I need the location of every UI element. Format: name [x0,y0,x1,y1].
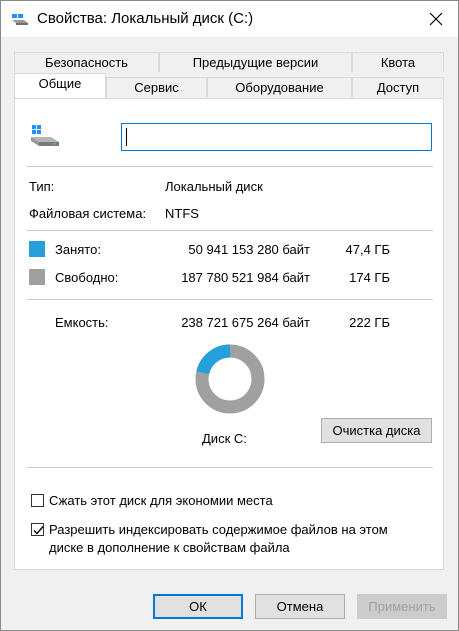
free-swatch [29,269,45,285]
general-panel: Тип: Локальный диск Файловая система: NT… [14,98,444,570]
capacity-bytes: 238 721 675 264 байт [181,315,310,330]
checkmark-icon [33,526,44,535]
free-bytes: 187 780 521 984 байт [181,270,310,285]
divider [27,467,433,468]
filesystem-value: NTFS [165,206,199,221]
tab-quota[interactable]: Квота [352,52,444,72]
type-label: Тип: [29,179,55,194]
disk-label: Диск C: [202,431,247,446]
tab-sharing[interactable]: Доступ [352,77,444,97]
divider [27,299,433,300]
drive-icon [29,121,63,154]
ok-button[interactable]: ОК [153,594,243,619]
index-checkbox[interactable] [31,523,44,536]
apply-button[interactable]: Применить [357,594,447,619]
used-gb: 47,4 ГБ [345,242,390,257]
text-cursor [126,128,127,146]
compress-checkbox[interactable] [31,494,44,507]
used-bytes: 50 941 153 280 байт [188,242,310,257]
title-bar: Свойства: Локальный диск (C:) [1,1,458,37]
capacity-gb: 222 ГБ [349,315,390,330]
filesystem-label: Файловая система: [29,206,147,221]
compress-label: Сжать этот диск для экономии места [49,493,273,508]
tab-security[interactable]: Безопасность [14,52,159,72]
used-label: Занято: [55,242,101,257]
window-title: Свойства: Локальный диск (C:) [37,10,254,27]
divider [27,166,433,167]
divider [27,230,433,231]
index-label-line1: Разрешить индексировать содержимое файло… [49,522,388,537]
tab-strip: Безопасность Предыдущие версии Квота Сер… [1,37,458,99]
close-icon [429,12,443,26]
cancel-button[interactable]: Отмена [255,594,345,619]
used-swatch [29,241,45,257]
usage-donut-chart [195,344,265,414]
properties-window: Свойства: Локальный диск (C:) Безопаснос… [0,0,459,631]
free-label: Свободно: [55,270,119,285]
type-value: Локальный диск [165,179,263,194]
close-button[interactable] [414,1,458,37]
tab-general[interactable]: Общие [14,73,106,98]
tab-hardware[interactable]: Оборудование [207,77,352,97]
tab-previous-versions[interactable]: Предыдущие версии [159,52,352,72]
tab-tools[interactable]: Сервис [106,77,207,97]
volume-name-input[interactable] [121,123,432,151]
free-gb: 174 ГБ [349,270,390,285]
capacity-label: Емкость: [55,315,109,330]
drive-title-icon [11,11,29,30]
disk-cleanup-button[interactable]: Очистка диска [321,418,432,443]
index-label-line2: диске в дополнение к свойствам файла [49,540,290,555]
